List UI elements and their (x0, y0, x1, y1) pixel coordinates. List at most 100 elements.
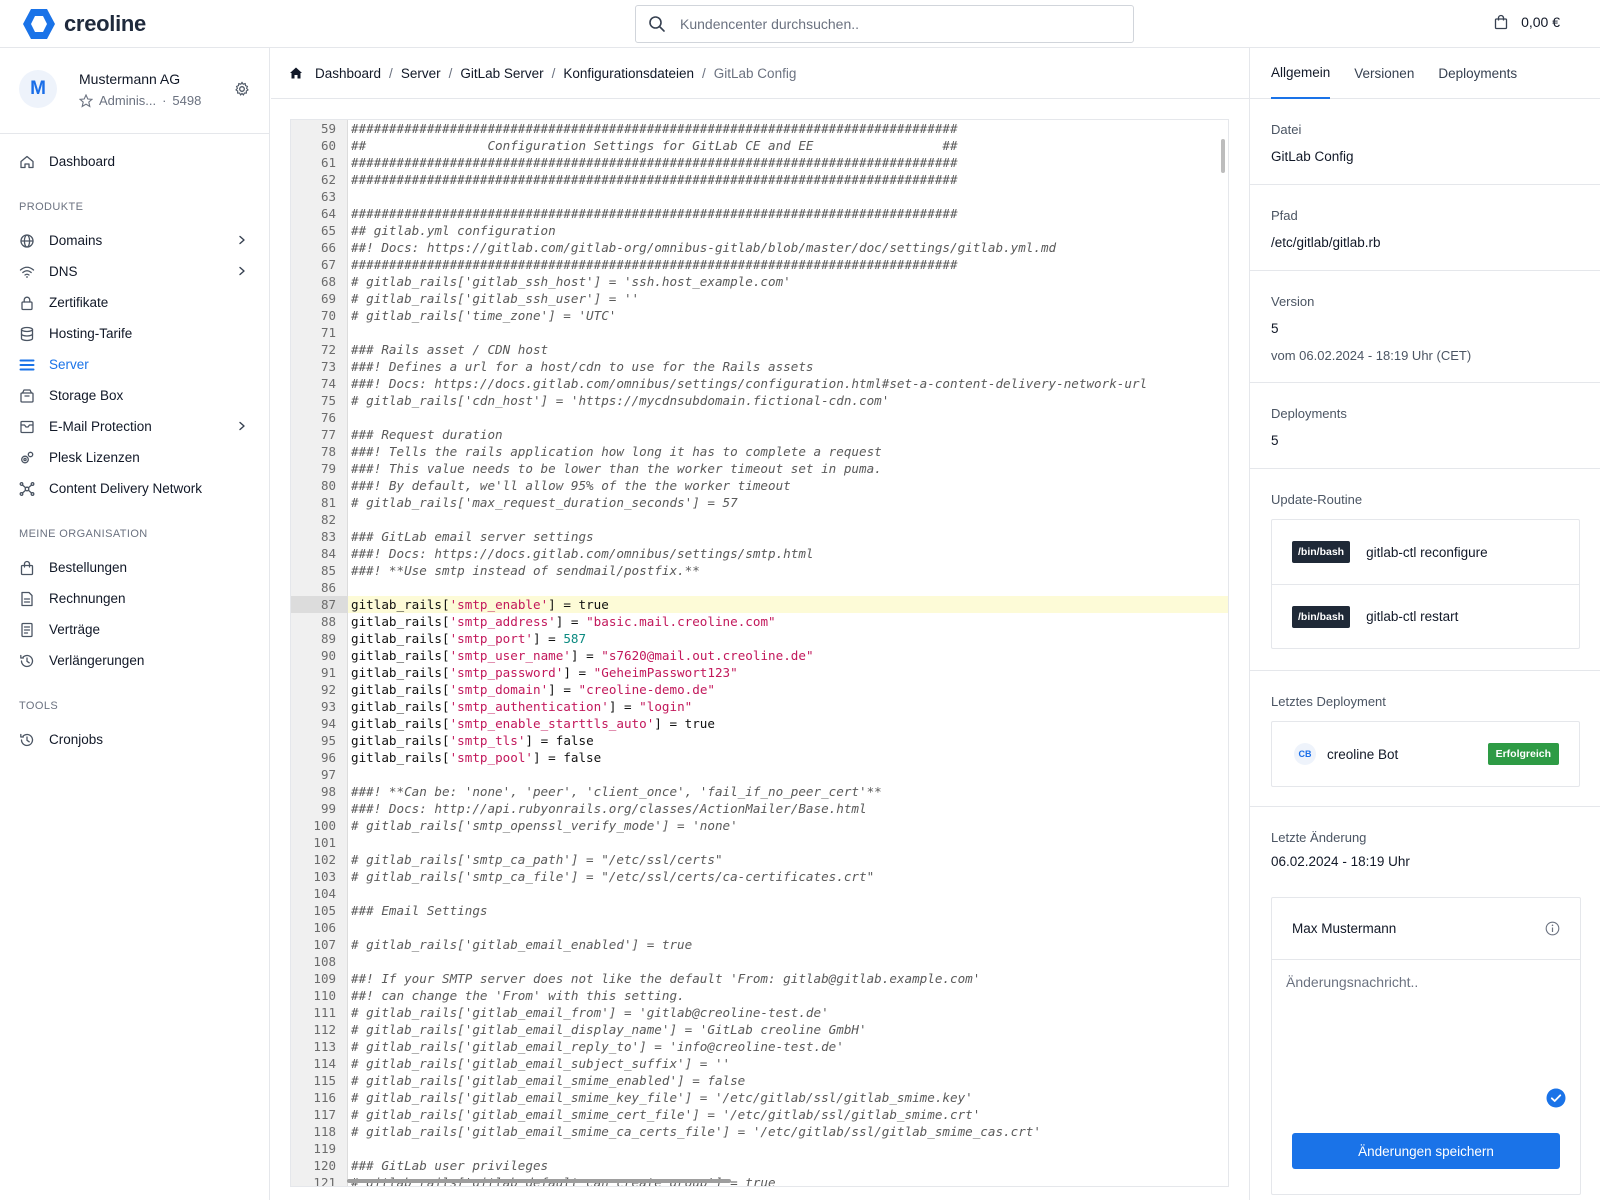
code-line[interactable]: 114 # gitlab_rails['gitlab_email_subject_… (291, 1055, 1228, 1072)
code-line[interactable]: 117 # gitlab_rails['gitlab_email_smime_ce… (291, 1106, 1228, 1123)
code-line[interactable]: 90 gitlab_rails['smtp_user_name'] = "s762… (291, 647, 1228, 664)
search-box[interactable] (635, 5, 1134, 43)
routine-command-row[interactable]: /bin/bash gitlab-ctl reconfigure (1272, 520, 1579, 584)
code-line[interactable]: 109 ##! If your SMTP server does not like… (291, 970, 1228, 987)
sidebar-item-domains[interactable]: Domains (0, 225, 269, 256)
code-line[interactable]: 78 ###! Tells the rails application how l… (291, 443, 1228, 460)
cart[interactable]: 0,00 € (1493, 14, 1560, 30)
breadcrumb-link[interactable]: Server (401, 66, 441, 81)
code-line[interactable]: 92 gitlab_rails['smtp_domain'] = "creolin… (291, 681, 1228, 698)
code-line[interactable]: 119 (291, 1140, 1228, 1157)
code-line[interactable]: 67 ######################################… (291, 256, 1228, 273)
sidebar-item-dashboard[interactable]: Dashboard (0, 146, 269, 177)
account-card[interactable]: M Mustermann AG Adminis... · 5498 (0, 48, 269, 134)
code-line[interactable]: 103 # gitlab_rails['smtp_ca_file'] = "/et… (291, 868, 1228, 885)
sidebar-item-verlängerungen[interactable]: Verlängerungen (0, 645, 269, 676)
code-line[interactable]: 118 # gitlab_rails['gitlab_email_smime_ca… (291, 1123, 1228, 1140)
code-line[interactable]: 111 # gitlab_rails['gitlab_email_from'] =… (291, 1004, 1228, 1021)
code-line[interactable]: 74 ###! Docs: https://docs.gitlab.com/omn… (291, 375, 1228, 392)
change-message-input[interactable] (1286, 974, 1566, 1074)
last-deployment-card[interactable]: CB creoline Bot Erfolgreich (1271, 721, 1580, 787)
code-line[interactable]: 112 # gitlab_rails['gitlab_email_display_… (291, 1021, 1228, 1038)
code-line[interactable]: 60 ## Configuration Settings for GitLab C… (291, 137, 1228, 154)
code-line[interactable]: 72 ### Rails asset / CDN host (291, 341, 1228, 358)
code-line[interactable]: 87 gitlab_rails['smtp_enable'] = true (291, 596, 1228, 613)
code-line[interactable]: 88 gitlab_rails['smtp_address'] = "basic.… (291, 613, 1228, 630)
code-line[interactable]: 98 ###! **Can be: 'none', 'peer', 'client… (291, 783, 1228, 800)
code-line[interactable]: 93 gitlab_rails['smtp_authentication'] = … (291, 698, 1228, 715)
code-line[interactable]: 65 ## gitlab.yml configuration (291, 222, 1228, 239)
code-line[interactable]: 104 (291, 885, 1228, 902)
code-line[interactable]: 110 ##! can change the 'From' with this s… (291, 987, 1228, 1004)
gear-icon[interactable] (234, 81, 250, 97)
code-line[interactable]: 94 gitlab_rails['smtp_enable_starttls_aut… (291, 715, 1228, 732)
code-line[interactable]: 102 # gitlab_rails['smtp_ca_path'] = "/et… (291, 851, 1228, 868)
code-line[interactable]: 66 ##! Docs: https://gitlab.com/gitlab-or… (291, 239, 1228, 256)
tab-versionen[interactable]: Versionen (1354, 48, 1414, 99)
sidebar-item-e-mail-protection[interactable]: E-Mail Protection (0, 411, 269, 442)
code-line[interactable]: 82 (291, 511, 1228, 528)
routine-command-row[interactable]: /bin/bash gitlab-ctl restart (1272, 584, 1579, 648)
code-line[interactable]: 68 # gitlab_rails['gitlab_ssh_host'] = 's… (291, 273, 1228, 290)
code-line[interactable]: 105 ### Email Settings (291, 902, 1228, 919)
code-line[interactable]: 108 (291, 953, 1228, 970)
code-line[interactable]: 71 (291, 324, 1228, 341)
code-line[interactable]: 84 ###! Docs: https://docs.gitlab.com/omn… (291, 545, 1228, 562)
code-line[interactable]: 79 ###! This value needs to be lower than… (291, 460, 1228, 477)
code-line[interactable]: 116 # gitlab_rails['gitlab_email_smime_ke… (291, 1089, 1228, 1106)
sidebar-item-storage-box[interactable]: Storage Box (0, 380, 269, 411)
breadcrumb-link[interactable]: Konfigurationsdateien (563, 66, 694, 81)
code-line[interactable]: 73 ###! Defines a url for a host/cdn to u… (291, 358, 1228, 375)
sidebar-item-plesk-lizenzen[interactable]: Plesk Lizenzen (0, 442, 269, 473)
code-line[interactable]: 95 gitlab_rails['smtp_tls'] = false (291, 732, 1228, 749)
code-line[interactable]: 107 # gitlab_rails['gitlab_email_enabled'… (291, 936, 1228, 953)
code-line[interactable]: 62 ######################################… (291, 171, 1228, 188)
code-line[interactable]: 59 ######################################… (291, 120, 1228, 137)
sidebar-item-content-delivery-network[interactable]: Content Delivery Network (0, 473, 269, 504)
code-editor[interactable]: 59 ######################################… (290, 119, 1229, 1187)
horizontal-scrollbar[interactable] (347, 1179, 731, 1183)
code-line[interactable]: 101 (291, 834, 1228, 851)
search-input[interactable] (680, 16, 1100, 32)
code-line[interactable]: 86 (291, 579, 1228, 596)
breadcrumb-link[interactable]: GitLab Server (460, 66, 543, 81)
sidebar-item-verträge[interactable]: Verträge (0, 614, 269, 645)
tab-allgemein[interactable]: Allgemein (1271, 48, 1331, 99)
sidebar-item-cronjobs[interactable]: Cronjobs (0, 724, 269, 755)
logo[interactable]: creoline (22, 8, 146, 40)
sidebar-item-hosting-tarife[interactable]: Hosting-Tarife (0, 318, 269, 349)
code-line[interactable]: 76 (291, 409, 1228, 426)
code-line[interactable]: 113 # gitlab_rails['gitlab_email_reply_to… (291, 1038, 1228, 1055)
code-line[interactable]: 63 (291, 188, 1228, 205)
code-line[interactable]: 89 gitlab_rails['smtp_port'] = 587 (291, 630, 1228, 647)
sidebar-item-server[interactable]: Server (0, 349, 269, 380)
code-line[interactable]: 97 (291, 766, 1228, 783)
code-line[interactable]: 120 ### GitLab user privileges (291, 1157, 1228, 1174)
code-line[interactable]: 99 ###! Docs: http://api.rubyonrails.org/… (291, 800, 1228, 817)
code-line[interactable]: 61 ######################################… (291, 154, 1228, 171)
code-line[interactable]: 83 ### GitLab email server settings (291, 528, 1228, 545)
vertical-scrollbar[interactable] (1221, 139, 1225, 173)
code-line[interactable]: 75 # gitlab_rails['cdn_host'] = 'https://… (291, 392, 1228, 409)
code-line[interactable]: 80 ###! By default, we'll allow 95% of th… (291, 477, 1228, 494)
sidebar-item-zertifikate[interactable]: Zertifikate (0, 287, 269, 318)
home-icon[interactable] (289, 66, 303, 80)
sidebar-item-bestellungen[interactable]: Bestellungen (0, 552, 269, 583)
code-line[interactable]: 69 # gitlab_rails['gitlab_ssh_user'] = '' (291, 290, 1228, 307)
sidebar-item-rechnungen[interactable]: Rechnungen (0, 583, 269, 614)
breadcrumb-link[interactable]: Dashboard (315, 66, 381, 81)
code-line[interactable]: 91 gitlab_rails['smtp_password'] = "Gehei… (291, 664, 1228, 681)
deployment-row[interactable]: CB creoline Bot Erfolgreich (1272, 722, 1579, 786)
code-line[interactable]: 106 (291, 919, 1228, 936)
code-line[interactable]: 85 ###! **Use smtp instead of sendmail/po… (291, 562, 1228, 579)
code-lines[interactable]: 59 ######################################… (291, 120, 1228, 1186)
code-line[interactable]: 115 # gitlab_rails['gitlab_email_smime_en… (291, 1072, 1228, 1089)
code-line[interactable]: 81 # gitlab_rails['max_request_duration_s… (291, 494, 1228, 511)
code-line[interactable]: 96 gitlab_rails['smtp_pool'] = false (291, 749, 1228, 766)
code-line[interactable]: 64 ######################################… (291, 205, 1228, 222)
code-line[interactable]: 70 # gitlab_rails['time_zone'] = 'UTC' (291, 307, 1228, 324)
save-changes-button[interactable]: Änderungen speichern (1292, 1133, 1560, 1169)
sidebar-item-dns[interactable]: DNS (0, 256, 269, 287)
tab-deployments[interactable]: Deployments (1438, 48, 1517, 99)
code-line[interactable]: 77 ### Request duration (291, 426, 1228, 443)
